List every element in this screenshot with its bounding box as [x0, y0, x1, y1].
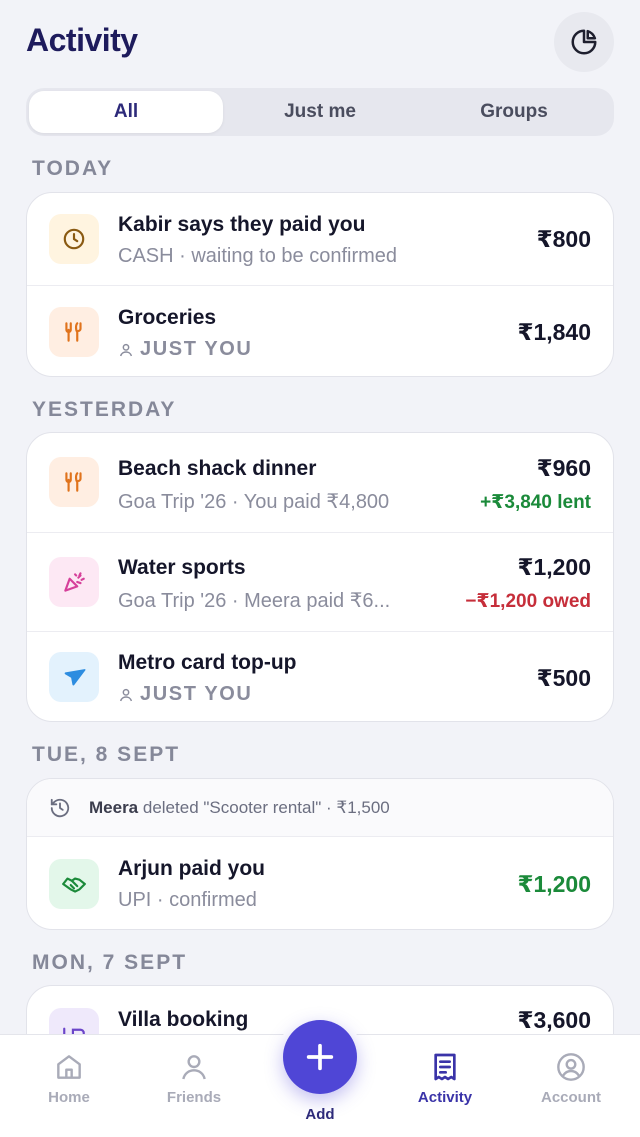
activity-row[interactable]: Groceries JUST YOU ₹1,840 — [27, 285, 613, 376]
log-actor: Meera — [89, 797, 139, 817]
filter-tab-groups[interactable]: Groups — [417, 91, 611, 133]
plane-icon — [49, 652, 99, 702]
row-subtitle: JUST YOU — [118, 338, 252, 361]
tab-account[interactable]: Account — [511, 1051, 631, 1106]
activity-card-today: Kabir says they paid you CASH · waiting … — [26, 192, 614, 377]
header: Activity — [0, 0, 640, 84]
activity-row[interactable]: Kabir says they paid you CASH · waiting … — [27, 193, 613, 285]
pie-chart-icon — [571, 29, 597, 55]
activity-card-tue-8-sept: Meera deleted "Scooter rental" · ₹1,500 … — [26, 778, 614, 930]
row-title: Beach shack dinner — [118, 457, 317, 480]
row-balance-lent: +₹3,840 lent — [480, 492, 591, 513]
insights-button[interactable] — [554, 12, 614, 72]
activity-row[interactable]: Metro card top-up JUST YOU ₹500 — [27, 631, 613, 721]
row-subtitle: JUST YOU — [118, 683, 252, 706]
row-subtitle-text: JUST YOU — [140, 338, 253, 360]
tab-friends[interactable]: Friends — [134, 1051, 254, 1106]
tab-home-label: Home — [48, 1089, 90, 1106]
tab-home[interactable]: Home — [9, 1051, 129, 1106]
section-label-tue-8-sept: TUE, 8 SEPT — [32, 743, 181, 766]
activity-row[interactable]: Water sports Goa Trip '26 · Meera paid ₹… — [27, 532, 613, 631]
row-subtitle: UPI · confirmed — [118, 889, 257, 911]
section-label-mon-7-sept: MON, 7 SEPT — [32, 951, 188, 974]
activity-row[interactable]: Beach shack dinner Goa Trip '26 · You pa… — [27, 433, 613, 532]
add-button-label: Add — [305, 1106, 335, 1123]
person-icon — [182, 1055, 206, 1080]
row-subtitle-text: JUST YOU — [140, 683, 253, 705]
tab-activity[interactable]: Activity — [385, 1051, 505, 1106]
row-subtitle: CASH · waiting to be confirmed — [118, 245, 398, 267]
section-label-yesterday: YESTERDAY — [32, 398, 177, 421]
row-amount: ₹500 — [536, 665, 591, 691]
row-title: Metro card top-up — [118, 651, 297, 674]
row-title: Kabir says they paid you — [118, 213, 366, 236]
tab-activity-label: Activity — [417, 1089, 473, 1106]
receipt-icon — [434, 1053, 456, 1081]
row-amount: ₹3,600 — [517, 1007, 591, 1033]
tab-account-label: Account — [541, 1089, 601, 1106]
handshake-icon — [49, 859, 99, 909]
history-icon — [50, 798, 70, 817]
row-subtitle: Goa Trip '26 · Meera paid ₹6... — [118, 590, 391, 612]
tab-friends-label: Friends — [166, 1089, 222, 1106]
row-amount: ₹960 — [536, 455, 591, 481]
page-title: Activity — [26, 22, 138, 58]
row-title: Villa booking — [118, 1008, 249, 1031]
row-title: Arjun paid you — [118, 857, 265, 880]
deleted-log-row[interactable]: Meera deleted "Scooter rental" · ₹1,500 — [27, 779, 613, 837]
activity-row[interactable]: Arjun paid you UPI · confirmed ₹1,200 — [27, 837, 613, 929]
add-expense-button[interactable] — [283, 1020, 357, 1094]
activity-card-yesterday: Beach shack dinner Goa Trip '26 · You pa… — [26, 432, 614, 722]
row-title: Groceries — [118, 306, 217, 329]
row-amount: ₹800 — [536, 226, 591, 252]
plus-icon — [306, 1043, 334, 1071]
person-icon — [119, 688, 133, 701]
filter-segmented-control: All Just me Groups — [26, 88, 614, 136]
row-amount: ₹1,200 — [517, 554, 591, 580]
fork-knife-icon — [49, 457, 99, 507]
row-balance-owed: −₹1,200 owed — [465, 591, 591, 612]
account-circle-icon — [557, 1053, 585, 1081]
filter-tab-all[interactable]: All — [29, 91, 223, 133]
log-text: Meera deleted "Scooter rental" · ₹1,500 — [89, 798, 390, 818]
row-subtitle: Goa Trip '26 · You paid ₹4,800 — [118, 491, 390, 513]
section-label-today: TODAY — [32, 157, 114, 180]
row-title: Water sports — [118, 556, 246, 579]
log-description: deleted "Scooter rental" · ₹1,500 — [142, 797, 390, 817]
filter-tab-just-me[interactable]: Just me — [223, 91, 417, 133]
home-icon — [57, 1055, 81, 1079]
fork-knife-icon — [49, 307, 99, 357]
row-amount: ₹1,200 — [517, 871, 591, 897]
person-icon — [119, 343, 133, 356]
clock-icon — [49, 214, 99, 264]
party-popper-icon — [49, 557, 99, 607]
row-amount: ₹1,840 — [517, 319, 591, 345]
